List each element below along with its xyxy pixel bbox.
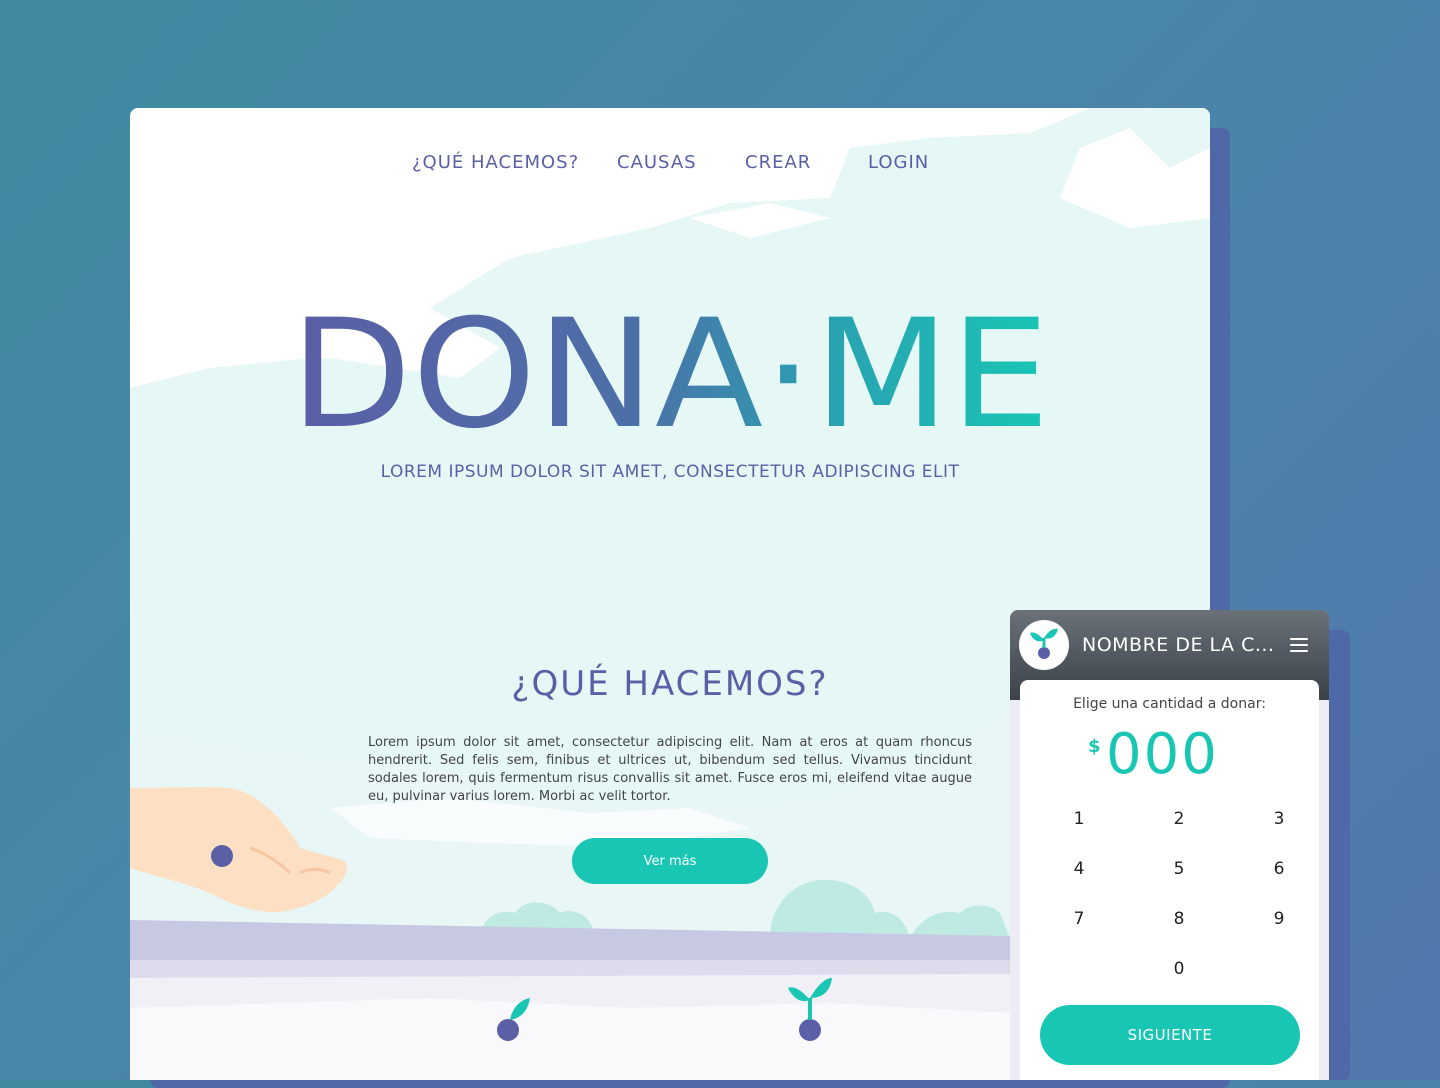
donation-amount: 000 — [1106, 722, 1219, 787]
main-nav: ¿QUÉ HACEMOS? CAUSAS CREAR LOGIN — [130, 152, 1210, 182]
nav-causas[interactable]: CAUSAS — [617, 152, 697, 173]
keypad-key-3[interactable]: 3 — [1249, 801, 1309, 837]
donation-panel: Elige una cantidad a donar: $ 000 1 2 3 … — [1020, 680, 1319, 1080]
doname-logo: DONA·ME — [290, 300, 1050, 440]
campaign-title: NOMBRE DE LA C... — [1082, 634, 1275, 656]
keypad-key-9[interactable]: 9 — [1249, 901, 1309, 937]
keypad-key-6[interactable]: 6 — [1249, 851, 1309, 887]
nav-que-hacemos[interactable]: ¿QUÉ HACEMOS? — [412, 152, 579, 173]
keypad-key-7[interactable]: 7 — [1049, 901, 1109, 937]
keypad-key-8[interactable]: 8 — [1149, 901, 1209, 937]
nav-crear[interactable]: CREAR — [745, 152, 811, 173]
donation-phone-mockup: NOMBRE DE LA C... Elige una cantidad a d… — [1010, 610, 1329, 1080]
keypad-key-4[interactable]: 4 — [1049, 851, 1109, 887]
keypad-key-2[interactable]: 2 — [1149, 801, 1209, 837]
section-body: Lorem ipsum dolor sit amet, consectetur … — [368, 735, 972, 804]
sprout-logo-icon — [1019, 620, 1069, 670]
keypad-key-1[interactable]: 1 — [1049, 801, 1109, 837]
currency-symbol: $ — [1088, 736, 1101, 757]
siguiente-button[interactable]: SIGUIENTE — [1040, 1005, 1300, 1065]
ver-mas-button[interactable]: Ver más — [572, 838, 768, 884]
donation-prompt: Elige una cantidad a donar: — [1073, 696, 1266, 712]
nav-login[interactable]: LOGIN — [868, 152, 929, 173]
logo-text: DONA·ME — [290, 300, 1050, 440]
keypad-key-5[interactable]: 5 — [1149, 851, 1209, 887]
keypad-key-0[interactable]: 0 — [1149, 951, 1209, 987]
hero-tagline: LOREM IPSUM DOLOR SIT AMET, CONSECTETUR … — [380, 462, 960, 482]
hamburger-menu-icon[interactable] — [1286, 634, 1312, 656]
